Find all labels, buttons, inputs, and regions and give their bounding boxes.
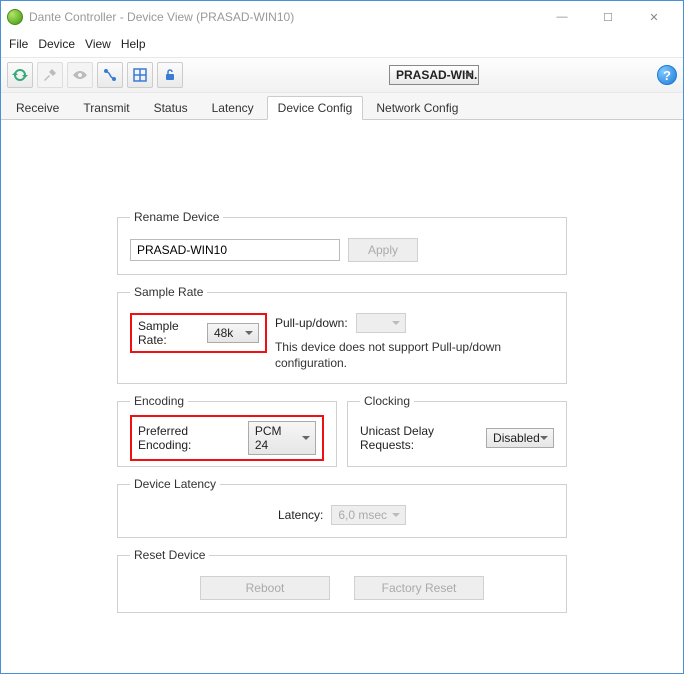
latency-value: 6,0 msec — [338, 508, 387, 522]
clocking-value: Disabled — [493, 431, 540, 445]
tab-device-config[interactable]: Device Config — [267, 96, 364, 120]
clocking-group: Clocking Unicast Delay Requests: Disable… — [347, 394, 567, 467]
pullup-select — [356, 313, 406, 333]
toolbar: PRASAD-WIN... ? — [1, 57, 683, 93]
device-select[interactable]: PRASAD-WIN... — [389, 65, 479, 85]
titlebar: Dante Controller - Device View (PRASAD-W… — [1, 1, 683, 33]
sample-rate-select[interactable]: 48k — [207, 323, 259, 343]
sample-rate-highlight: Sample Rate: 48k — [130, 313, 267, 353]
latency-select: 6,0 msec — [331, 505, 406, 525]
sample-rate-value: 48k — [214, 326, 233, 340]
reset-device-group: Reset Device Reboot Factory Reset — [117, 548, 567, 613]
menu-device[interactable]: Device — [36, 35, 77, 53]
routing-icon[interactable] — [97, 62, 123, 88]
maximize-button[interactable]: ☐ — [585, 3, 631, 31]
menu-view[interactable]: View — [83, 35, 113, 53]
tab-transmit[interactable]: Transmit — [72, 96, 140, 119]
menubar: File Device View Help — [1, 33, 683, 57]
tab-network-config[interactable]: Network Config — [365, 96, 469, 119]
encoding-group: Encoding Preferred Encoding: PCM 24 — [117, 394, 337, 467]
clocking-label: Unicast Delay Requests: — [360, 424, 478, 452]
tab-receive[interactable]: Receive — [5, 96, 70, 119]
sample-rate-label: Sample Rate: — [138, 319, 201, 347]
window-buttons: — ☐ ✕ — [539, 3, 677, 31]
tabstrip: Receive Transmit Status Latency Device C… — [1, 93, 683, 120]
help-icon[interactable]: ? — [657, 65, 677, 85]
menu-file[interactable]: File — [7, 35, 30, 53]
reset-legend: Reset Device — [130, 548, 209, 562]
rename-device-group: Rename Device Apply — [117, 210, 567, 275]
sample-rate-legend: Sample Rate — [130, 285, 207, 299]
latency-legend: Device Latency — [130, 477, 220, 491]
refresh-icon[interactable] — [7, 62, 33, 88]
menu-help[interactable]: Help — [119, 35, 148, 53]
close-button[interactable]: ✕ — [631, 3, 677, 31]
encoding-highlight: Preferred Encoding: PCM 24 — [130, 415, 324, 461]
tools-icon — [37, 62, 63, 88]
sample-rate-group: Sample Rate Sample Rate: 48k Pull-up/dow… — [117, 285, 567, 384]
reboot-button[interactable]: Reboot — [200, 576, 330, 600]
window-title: Dante Controller - Device View (PRASAD-W… — [29, 10, 539, 24]
device-latency-group: Device Latency Latency: 6,0 msec — [117, 477, 567, 538]
eye-icon — [67, 62, 93, 88]
clocking-select[interactable]: Disabled — [486, 428, 554, 448]
pullup-label: Pull-up/down: — [275, 316, 348, 330]
content-area: Rename Device Apply Sample Rate Sample R… — [1, 120, 683, 673]
device-select-value: PRASAD-WIN... — [396, 68, 479, 82]
clocking-legend: Clocking — [360, 394, 414, 408]
factory-reset-button[interactable]: Factory Reset — [354, 576, 484, 600]
device-view-window: Dante Controller - Device View (PRASAD-W… — [0, 0, 684, 674]
minimize-button[interactable]: — — [539, 3, 585, 31]
latency-label: Latency: — [278, 508, 323, 522]
tab-status[interactable]: Status — [143, 96, 199, 119]
encoding-value: PCM 24 — [255, 424, 282, 452]
encoding-legend: Encoding — [130, 394, 188, 408]
apply-button[interactable]: Apply — [348, 238, 418, 262]
app-icon — [7, 9, 23, 25]
lock-icon[interactable] — [157, 62, 183, 88]
rename-legend: Rename Device — [130, 210, 223, 224]
rename-input[interactable] — [130, 239, 340, 261]
encoding-label: Preferred Encoding: — [138, 424, 242, 452]
tab-latency[interactable]: Latency — [201, 96, 265, 119]
encoding-select[interactable]: PCM 24 — [248, 421, 316, 455]
pullup-note: This device does not support Pull-up/dow… — [275, 339, 554, 371]
grid-icon[interactable] — [127, 62, 153, 88]
